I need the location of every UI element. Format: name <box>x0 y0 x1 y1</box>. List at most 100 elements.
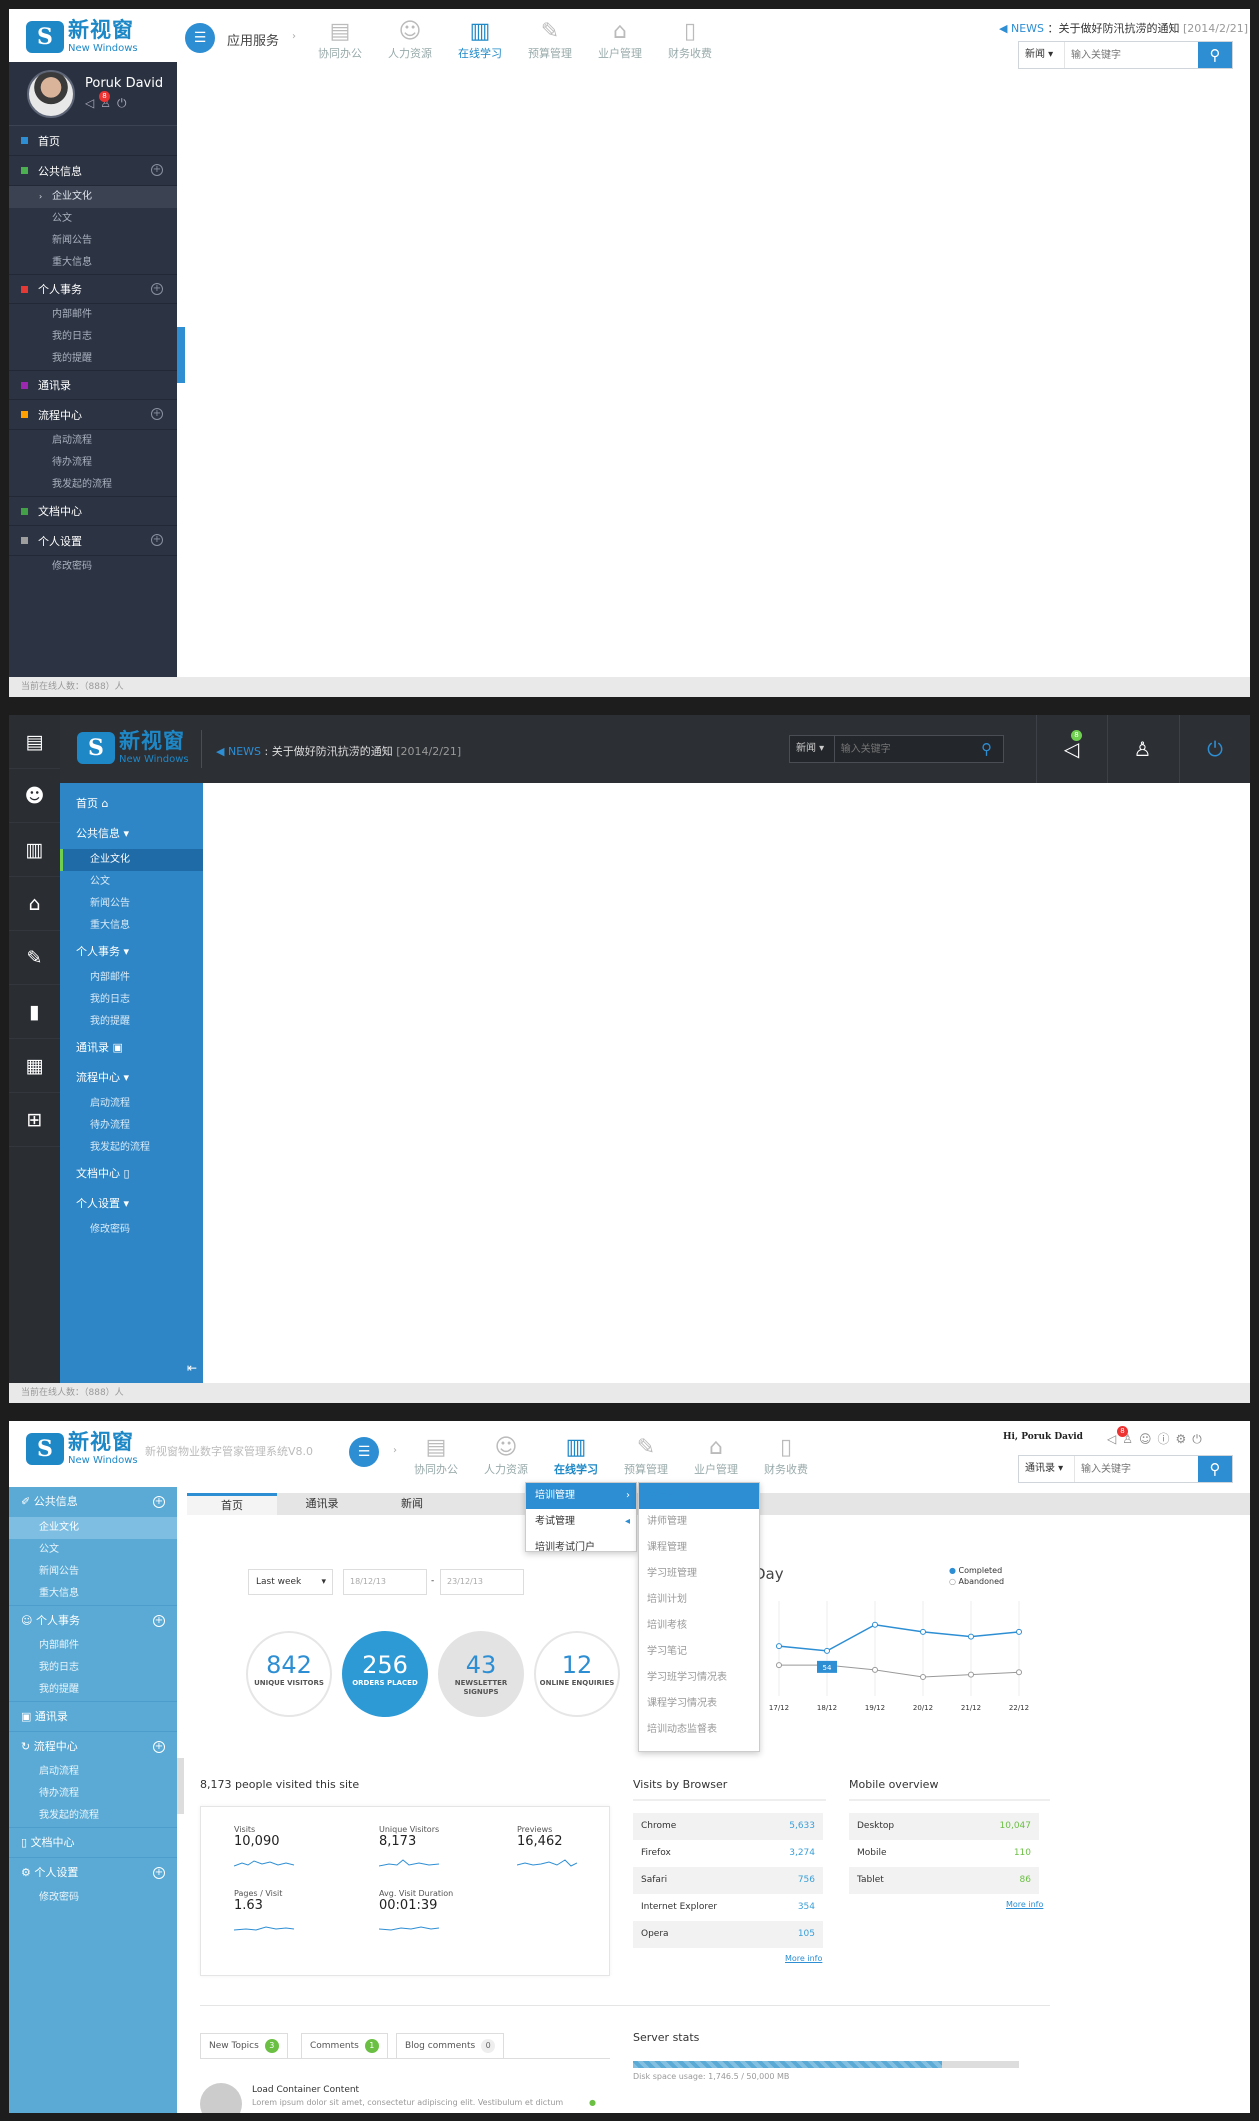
sidebar-group-public[interactable]: 公共信息 + <box>9 156 177 186</box>
sidebar-group-flow[interactable]: ↻ 流程中心 + <box>9 1731 177 1761</box>
menu-icon[interactable]: ☰ <box>185 23 215 53</box>
sidebar-item-notice[interactable]: 新闻公告 <box>9 1561 177 1583</box>
submenu-item[interactable]: 学习班学习情况表 <box>639 1665 759 1691</box>
book-icon[interactable]: ▥ <box>9 823 60 877</box>
submenu-item[interactable]: 培训计划 <box>639 1587 759 1613</box>
tab-blog-comments[interactable]: Blog comments 0 <box>396 2033 505 2059</box>
add-icon[interactable]: ⊞ <box>9 1093 60 1147</box>
search-input[interactable] <box>834 736 971 762</box>
nav-item-budget[interactable]: ✎ 预算管理 <box>611 1435 681 1477</box>
power-button[interactable]: ⏻ <box>1179 715 1250 783</box>
power-icon[interactable]: ⏻ <box>117 96 133 110</box>
sidebar-item-todo-flow[interactable]: 待办流程 <box>9 452 177 474</box>
tab-contacts[interactable]: 通讯录 <box>277 1493 367 1515</box>
news-ticker[interactable]: ◀ NEWS : 关于做好防汛抗涝的通知 [2014/2/21] <box>216 743 461 759</box>
tab-home[interactable]: 首页 <box>187 1493 277 1515</box>
sidebar-item-start-flow[interactable]: 启动流程 <box>60 1093 203 1115</box>
menu-icon[interactable]: ☰ <box>349 1437 379 1467</box>
sidebar-item-major[interactable]: 重大信息 <box>9 1583 177 1605</box>
document-icon[interactable]: ▤ <box>9 715 60 769</box>
sidebar-group-contacts[interactable]: ▣ 通讯录 <box>9 1701 177 1731</box>
search-button[interactable]: ⚲ <box>1198 1456 1232 1482</box>
collapse-icon[interactable]: ⇤ <box>187 1361 197 1375</box>
settings-icon[interactable]: ⚙ <box>1176 1432 1193 1446</box>
sidebar-group-files[interactable]: 文档中心 ▯ <box>60 1159 203 1189</box>
submenu-item[interactable]: 学习笔记 <box>639 1639 759 1665</box>
sidebar-item-password[interactable]: 修改密码 <box>60 1219 203 1241</box>
sidebar-item-culture[interactable]: 企业文化 <box>9 1517 177 1539</box>
date-from[interactable]: 18/12/13 <box>343 1569 427 1595</box>
sidebar-group-personal[interactable]: 个人事务 + <box>9 274 177 304</box>
sidebar-item-log[interactable]: 我的日志 <box>9 326 177 348</box>
sidebar-toggle[interactable] <box>177 1758 184 1814</box>
menu-item-exam[interactable]: 考试管理 ◂ <box>526 1509 636 1535</box>
topic-title[interactable]: Load Container Content <box>252 2085 359 2095</box>
sidebar-group-files[interactable]: ▯ 文档中心 <box>9 1827 177 1857</box>
sidebar-item-culture[interactable]: › 企业文化 <box>9 186 177 208</box>
sidebar-group-personal[interactable]: 个人事务 ▾ <box>60 937 203 967</box>
nav-item-hr[interactable]: ☺ 人力资源 <box>471 1435 541 1477</box>
submenu-item[interactable]: 学习班管理 <box>639 1561 759 1587</box>
sidebar-item-my-flow[interactable]: 我发起的流程 <box>9 1805 177 1827</box>
avatar[interactable] <box>200 2083 242 2113</box>
search-category[interactable]: 新闻 ▾ <box>1019 42 1065 68</box>
nav-item-owner[interactable]: ⌂ 业户管理 <box>681 1435 751 1477</box>
tab-news[interactable]: 新闻 <box>367 1493 457 1515</box>
brand-logo[interactable]: S 新视窗 New Windows <box>26 1432 138 1466</box>
search-button[interactable]: ⚲ <box>1198 42 1232 68</box>
brand-logo[interactable]: S 新视窗 New Windows <box>26 20 138 54</box>
nav-item-hr[interactable]: ☺ 人力资源 <box>375 19 445 61</box>
nav-item-finance[interactable]: ▯ 财务收费 <box>655 19 725 61</box>
sidebar-item-home[interactable]: 首页 ⌂ <box>60 789 203 819</box>
edit-icon[interactable]: ✎ <box>9 931 60 985</box>
expand-icon[interactable]: + <box>151 408 163 420</box>
shirt-button[interactable]: ♙ <box>1107 715 1177 783</box>
sidebar-item-remind[interactable]: 我的提醒 <box>60 1011 203 1033</box>
expand-icon[interactable]: + <box>151 164 163 176</box>
sidebar-group-settings[interactable]: ⚙ 个人设置 + <box>9 1857 177 1887</box>
sidebar-group-settings[interactable]: 个人设置 ▾ <box>60 1189 203 1219</box>
sidebar-group-files[interactable]: 文档中心 <box>9 496 177 526</box>
home-icon[interactable]: ⌂ <box>9 877 60 931</box>
expand-icon[interactable]: + <box>153 1867 165 1879</box>
sidebar-item-mail[interactable]: 内部邮件 <box>60 967 203 989</box>
sidebar-item-mail[interactable]: 内部邮件 <box>9 1635 177 1657</box>
sidebar-group-settings[interactable]: 个人设置 + <box>9 526 177 556</box>
browser-more-link[interactable]: More info <box>785 1954 822 1963</box>
expand-icon[interactable]: + <box>151 283 163 295</box>
submenu-item[interactable]: 培训考核 <box>639 1613 759 1639</box>
sidebar-item-log[interactable]: 我的日志 <box>60 989 203 1011</box>
submenu-item[interactable]: 讲师管理 <box>639 1509 759 1535</box>
sidebar-item-culture[interactable]: 企业文化 <box>60 849 203 871</box>
nav-item-office[interactable]: ▤ 协同办公 <box>305 19 375 61</box>
search-category[interactable]: 新闻 ▾ <box>790 736 835 762</box>
grid-icon[interactable]: ▦ <box>9 1039 60 1093</box>
speaker-icon[interactable]: ◁ <box>85 96 100 110</box>
sidebar-item-remind[interactable]: 我的提醒 <box>9 348 177 370</box>
sidebar-item-my-flow[interactable]: 我发起的流程 <box>9 474 177 496</box>
search-input[interactable] <box>1065 42 1198 68</box>
sidebar-item-docs[interactable]: 公文 <box>9 1539 177 1561</box>
sidebar-item-log[interactable]: 我的日志 <box>9 1657 177 1679</box>
expand-icon[interactable]: + <box>153 1741 165 1753</box>
sidebar-item-start-flow[interactable]: 启动流程 <box>9 430 177 452</box>
tab-new-topics[interactable]: New Topics 3 <box>200 2033 288 2059</box>
menu-item-training[interactable]: 培训管理 › <box>526 1483 636 1509</box>
sidebar-group-personal[interactable]: ☺ 个人事务 + <box>9 1605 177 1635</box>
info-icon[interactable]: ⓘ <box>1158 1432 1176 1446</box>
search-button[interactable]: ⚲ <box>970 736 1003 762</box>
sidebar-item-todo-flow[interactable]: 待办流程 <box>60 1115 203 1137</box>
sidebar-toggle[interactable] <box>177 327 185 383</box>
nav-item-learning[interactable]: ▥ 在线学习 <box>541 1435 611 1477</box>
sidebar-item-notice[interactable]: 新闻公告 <box>60 893 203 915</box>
nav-item-budget[interactable]: ✎ 预算管理 <box>515 19 585 61</box>
expand-icon[interactable]: + <box>153 1615 165 1627</box>
tab-comments[interactable]: Comments 1 <box>301 2033 388 2059</box>
menu-item-portal[interactable]: 培训考试门户 <box>526 1535 636 1561</box>
sidebar-item-start-flow[interactable]: 启动流程 <box>9 1761 177 1783</box>
sidebar-item-major[interactable]: 重大信息 <box>60 915 203 937</box>
sidebar-item-docs[interactable]: 公文 <box>9 208 177 230</box>
avatar[interactable] <box>27 70 75 118</box>
search-category[interactable]: 通讯录 ▾ <box>1019 1456 1075 1482</box>
expand-icon[interactable]: + <box>153 1496 165 1508</box>
